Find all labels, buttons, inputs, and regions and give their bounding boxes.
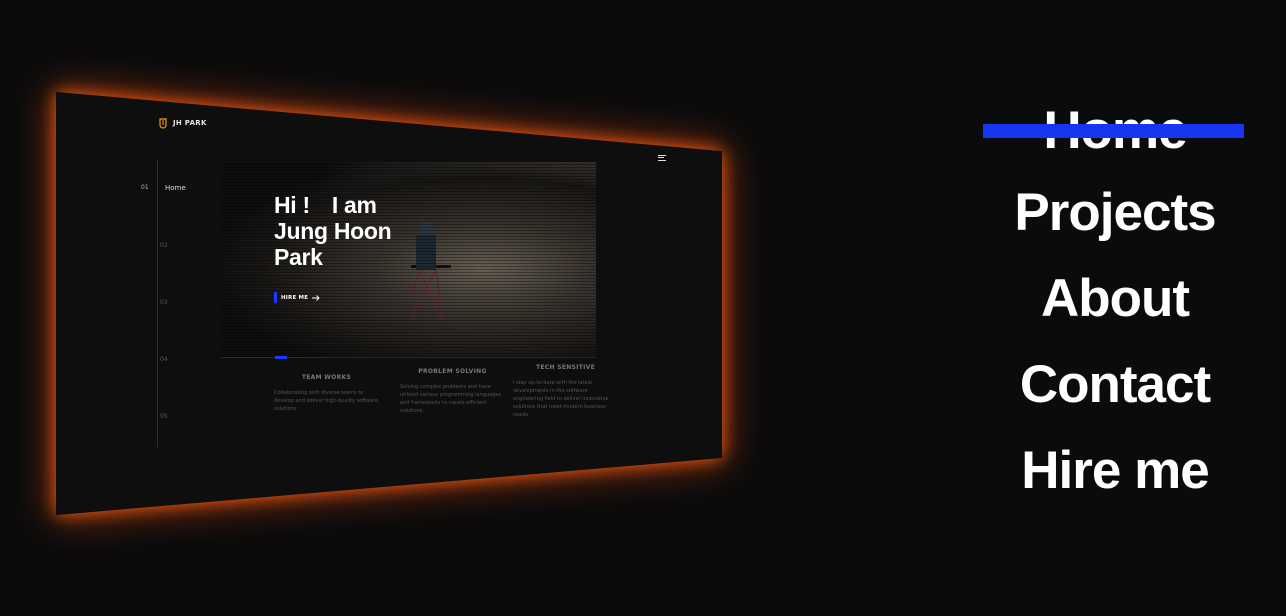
menu-item-home[interactable]: Home <box>960 98 1270 170</box>
menu-item-label: About <box>1040 269 1190 328</box>
hero-progress-fill <box>275 356 287 359</box>
site-preview[interactable]: JH PARK 01 Home 02 03 04 05 Hi ! I am Ju… <box>0 0 760 616</box>
nav-number-5[interactable]: 05 <box>160 413 168 420</box>
feature-title: TEAM WORKS <box>301 374 352 381</box>
active-strike-bar <box>983 124 1244 138</box>
feature-text: Collaborating with diverse teams to deve… <box>274 390 379 412</box>
person-at-desk-illustration <box>411 221 451 319</box>
site-logo[interactable]: JH PARK <box>157 117 207 129</box>
hero-greeting: Hi ! <box>274 192 310 218</box>
hero-i-am: I am <box>331 192 377 218</box>
hero-name-last: Park <box>274 244 323 270</box>
arrow-right-icon <box>312 294 320 301</box>
feature-title: PROBLEM SOLVING <box>418 368 487 375</box>
hire-me-button[interactable]: HIRE ME <box>274 292 320 303</box>
menu-item-label: Hire me <box>1021 441 1209 500</box>
feature-tech-sensitive: TECH SENSITIVE I stay up-to-date with th… <box>513 364 618 419</box>
logo-icon <box>159 118 167 129</box>
nav-number-4[interactable]: 04 <box>160 356 168 363</box>
menu-item-about[interactable]: About <box>960 256 1270 342</box>
feature-team-works: TEAM WORKS Collaborating with diverse te… <box>274 374 379 413</box>
menu-item-hire-me[interactable]: Hire me <box>960 428 1270 514</box>
feature-title: TECH SENSITIVE <box>536 364 595 371</box>
hire-me-label: HIRE ME <box>281 294 309 301</box>
side-nav-line <box>157 160 158 447</box>
feature-text: Solving complex problems and have utiliz… <box>400 384 502 414</box>
hero-title: Hi ! I am Jung Hoon Park <box>274 192 392 270</box>
logo-text: JH PARK <box>173 119 207 127</box>
menu-item-projects[interactable]: Projects <box>960 170 1270 256</box>
hamburger-menu-icon[interactable] <box>658 153 666 162</box>
nav-number-3[interactable]: 03 <box>160 299 168 306</box>
preview-screen: JH PARK 01 Home 02 03 04 05 Hi ! I am Ju… <box>56 92 722 515</box>
menu-item-label: Contact <box>1019 355 1211 414</box>
menu-item-contact[interactable]: Contact <box>960 342 1270 428</box>
feature-problem-solving: PROBLEM SOLVING Solving complex problems… <box>400 368 505 415</box>
menu-item-label: Projects <box>1014 183 1216 242</box>
hero-name-first: Jung Hoon <box>274 218 392 244</box>
nav-home-label[interactable]: Home <box>165 184 186 192</box>
nav-number-2[interactable]: 02 <box>160 242 168 249</box>
feature-text: I stay up-to-date with the latest develo… <box>513 380 609 418</box>
fullscreen-menu: Home Projects About Contact Hire me <box>960 98 1270 514</box>
nav-number-active[interactable]: 01 <box>141 184 149 191</box>
